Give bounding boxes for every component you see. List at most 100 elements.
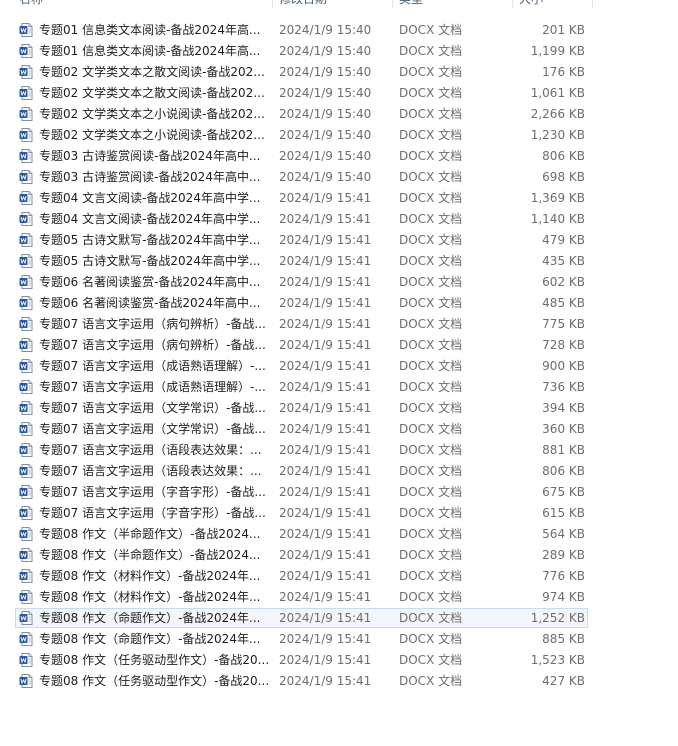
file-modified-date: 2024/1/9 15:41: [279, 380, 372, 394]
file-row[interactable]: 专题08 作文（半命题作文）-备战2024... 2024/1/9 15:41 DO…: [0, 545, 678, 566]
file-name[interactable]: 专题05 古诗文默写-备战2024年高中学...: [39, 251, 271, 271]
file-name[interactable]: 专题07 语言文字运用（成语熟语理解）-...: [39, 377, 271, 397]
file-modified-date: 2024/1/9 15:41: [279, 548, 372, 562]
file-name[interactable]: 专题08 作文（半命题作文）-备战2024...: [39, 524, 271, 544]
file-row[interactable]: 专题08 作文（任务驱动型作文）-备战20... 2024/1/9 15:41 DO…: [0, 671, 678, 692]
column-header-type[interactable]: 类型: [399, 0, 512, 8]
file-size: 427 KB: [542, 674, 585, 688]
file-row[interactable]: 专题08 作文（命题作文）-备战2024年... 2024/1/9 15:41 DO…: [0, 608, 678, 629]
file-row[interactable]: 专题01 信息类文本阅读-备战2024年高... 2024/1/9 15:40 DO…: [0, 20, 678, 41]
file-row[interactable]: 专题08 作文（材料作文）-备战2024年... 2024/1/9 15:41 DO…: [0, 566, 678, 587]
file-type: DOCX 文档: [399, 233, 463, 247]
file-name[interactable]: 专题03 古诗鉴赏阅读-备战2024年高中...: [39, 167, 271, 187]
file-row[interactable]: 专题02 文学类文本之散文阅读-备战202... 2024/1/9 15:40 DO…: [0, 62, 678, 83]
file-modified-date: 2024/1/9 15:41: [279, 233, 372, 247]
file-name[interactable]: 专题03 古诗鉴赏阅读-备战2024年高中...: [39, 146, 271, 166]
file-name[interactable]: 专题05 古诗文默写-备战2024年高中学...: [39, 230, 271, 250]
file-name[interactable]: 专题04 文言文阅读-备战2024年高中学...: [39, 188, 271, 208]
file-name[interactable]: 专题08 作文（材料作文）-备战2024年...: [39, 566, 271, 586]
file-row[interactable]: 专题05 古诗文默写-备战2024年高中学... 2024/1/9 15:41 DO…: [0, 230, 678, 251]
word-document-icon: [19, 44, 33, 58]
file-row[interactable]: 专题06 名著阅读鉴赏-备战2024年高中... 2024/1/9 15:41 DO…: [0, 272, 678, 293]
file-row[interactable]: 专题02 文学类文本之小说阅读-备战202... 2024/1/9 15:40 DO…: [0, 125, 678, 146]
word-document-icon: [19, 338, 33, 352]
column-header-name[interactable]: 名称: [19, 0, 272, 8]
file-row[interactable]: 专题08 作文（任务驱动型作文）-备战20... 2024/1/9 15:41 DO…: [0, 650, 678, 671]
file-row[interactable]: 专题02 文学类文本之散文阅读-备战202... 2024/1/9 15:40 DO…: [0, 83, 678, 104]
file-type: DOCX 文档: [399, 506, 463, 520]
file-name[interactable]: 专题08 作文（半命题作文）-备战2024...: [39, 545, 271, 565]
file-row[interactable]: 专题04 文言文阅读-备战2024年高中学... 2024/1/9 15:41 DO…: [0, 188, 678, 209]
file-name[interactable]: 专题07 语言文字运用（语段表达效果：...: [39, 440, 271, 460]
file-name[interactable]: 专题07 语言文字运用（成语熟语理解）-...: [39, 356, 271, 376]
file-row[interactable]: 专题07 语言文字运用（语段表达效果：... 2024/1/9 15:41 DOCX…: [0, 440, 678, 461]
file-name[interactable]: 专题06 名著阅读鉴赏-备战2024年高中...: [39, 293, 271, 313]
file-row[interactable]: 专题07 语言文字运用（文学常识）-备战... 2024/1/9 15:41 DOC…: [0, 398, 678, 419]
file-row[interactable]: 专题06 名著阅读鉴赏-备战2024年高中... 2024/1/9 15:41 DO…: [0, 293, 678, 314]
file-row[interactable]: 专题03 古诗鉴赏阅读-备战2024年高中... 2024/1/9 15:40 DO…: [0, 167, 678, 188]
file-size: 602 KB: [542, 275, 585, 289]
file-name[interactable]: 专题07 语言文字运用（文学常识）-备战...: [39, 398, 271, 418]
file-size: 360 KB: [542, 422, 585, 436]
file-name[interactable]: 专题07 语言文字运用（字音字形）-备战...: [39, 482, 271, 502]
file-name[interactable]: 专题08 作文（命题作文）-备战2024年...: [39, 608, 271, 628]
file-row[interactable]: 专题01 信息类文本阅读-备战2024年高... 2024/1/9 15:40 DO…: [0, 41, 678, 62]
file-row[interactable]: 专题08 作文（命题作文）-备战2024年... 2024/1/9 15:41 DO…: [0, 629, 678, 650]
column-header-size[interactable]: 大小: [519, 0, 589, 8]
file-row[interactable]: 专题07 语言文字运用（语段表达效果：... 2024/1/9 15:41 DOCX…: [0, 461, 678, 482]
column-header-bar: 名称 修改日期 类型 大小: [0, 0, 678, 8]
word-document-icon: [19, 632, 33, 646]
file-modified-date: 2024/1/9 15:41: [279, 569, 372, 583]
file-row[interactable]: 专题07 语言文字运用（文学常识）-备战... 2024/1/9 15:41 DOC…: [0, 419, 678, 440]
file-modified-date: 2024/1/9 15:41: [279, 653, 372, 667]
column-divider[interactable]: [392, 0, 393, 8]
file-row[interactable]: 专题07 语言文字运用（病句辨析）-备战... 2024/1/9 15:41 DOC…: [0, 314, 678, 335]
file-name[interactable]: 专题08 作文（任务驱动型作文）-备战20...: [39, 650, 271, 670]
word-document-icon: [19, 275, 33, 289]
file-name[interactable]: 专题04 文言文阅读-备战2024年高中学...: [39, 209, 271, 229]
file-row[interactable]: 专题07 语言文字运用（病句辨析）-备战... 2024/1/9 15:41 DOC…: [0, 335, 678, 356]
file-size: 775 KB: [542, 317, 585, 331]
column-divider[interactable]: [512, 0, 513, 8]
file-name[interactable]: 专题08 作文（材料作文）-备战2024年...: [39, 587, 271, 607]
file-name[interactable]: 专题02 文学类文本之小说阅读-备战202...: [39, 104, 271, 124]
file-size: 806 KB: [542, 464, 585, 478]
column-header-date[interactable]: 修改日期: [279, 0, 392, 8]
file-name[interactable]: 专题07 语言文字运用（病句辨析）-备战...: [39, 335, 271, 355]
file-row[interactable]: 专题07 语言文字运用（字音字形）-备战... 2024/1/9 15:41 DOC…: [0, 482, 678, 503]
file-size: 776 KB: [542, 569, 585, 583]
file-size: 1,199 KB: [530, 44, 585, 58]
file-row[interactable]: 专题07 语言文字运用（字音字形）-备战... 2024/1/9 15:41 DOC…: [0, 503, 678, 524]
word-document-icon: [19, 212, 33, 226]
file-type: DOCX 文档: [399, 611, 463, 625]
file-row[interactable]: 专题02 文学类文本之小说阅读-备战202... 2024/1/9 15:40 DO…: [0, 104, 678, 125]
file-name[interactable]: 专题02 文学类文本之小说阅读-备战202...: [39, 125, 271, 145]
file-type: DOCX 文档: [399, 275, 463, 289]
file-name[interactable]: 专题06 名著阅读鉴赏-备战2024年高中...: [39, 272, 271, 292]
file-name[interactable]: 专题02 文学类文本之散文阅读-备战202...: [39, 83, 271, 103]
file-row[interactable]: 专题08 作文（材料作文）-备战2024年... 2024/1/9 15:41 DO…: [0, 587, 678, 608]
file-name[interactable]: 专题08 作文（任务驱动型作文）-备战20...: [39, 671, 271, 691]
file-modified-date: 2024/1/9 15:41: [279, 275, 372, 289]
file-row[interactable]: 专题07 语言文字运用（成语熟语理解）-... 2024/1/9 15:41 DOC…: [0, 377, 678, 398]
column-divider[interactable]: [592, 0, 593, 8]
file-row[interactable]: 专题08 作文（半命题作文）-备战2024... 2024/1/9 15:41 DO…: [0, 524, 678, 545]
file-name[interactable]: 专题02 文学类文本之散文阅读-备战202...: [39, 62, 271, 82]
file-size: 974 KB: [542, 590, 585, 604]
file-type: DOCX 文档: [399, 422, 463, 436]
file-row[interactable]: 专题05 古诗文默写-备战2024年高中学... 2024/1/9 15:41 DO…: [0, 251, 678, 272]
file-type: DOCX 文档: [399, 128, 463, 142]
file-name[interactable]: 专题01 信息类文本阅读-备战2024年高...: [39, 41, 271, 61]
file-row[interactable]: 专题04 文言文阅读-备战2024年高中学... 2024/1/9 15:41 DO…: [0, 209, 678, 230]
file-name[interactable]: 专题07 语言文字运用（字音字形）-备战...: [39, 503, 271, 523]
file-row[interactable]: 专题03 古诗鉴赏阅读-备战2024年高中... 2024/1/9 15:40 DO…: [0, 146, 678, 167]
file-name[interactable]: 专题07 语言文字运用（病句辨析）-备战...: [39, 314, 271, 334]
file-name[interactable]: 专题08 作文（命题作文）-备战2024年...: [39, 629, 271, 649]
word-document-icon: [19, 191, 33, 205]
file-name[interactable]: 专题07 语言文字运用（文学常识）-备战...: [39, 419, 271, 439]
file-row[interactable]: 专题07 语言文字运用（成语熟语理解）-... 2024/1/9 15:41 DOC…: [0, 356, 678, 377]
column-divider[interactable]: [272, 0, 273, 8]
file-name[interactable]: 专题01 信息类文本阅读-备战2024年高...: [39, 20, 271, 40]
file-name[interactable]: 专题07 语言文字运用（语段表达效果：...: [39, 461, 271, 481]
file-size: 1,252 KB: [530, 611, 585, 625]
